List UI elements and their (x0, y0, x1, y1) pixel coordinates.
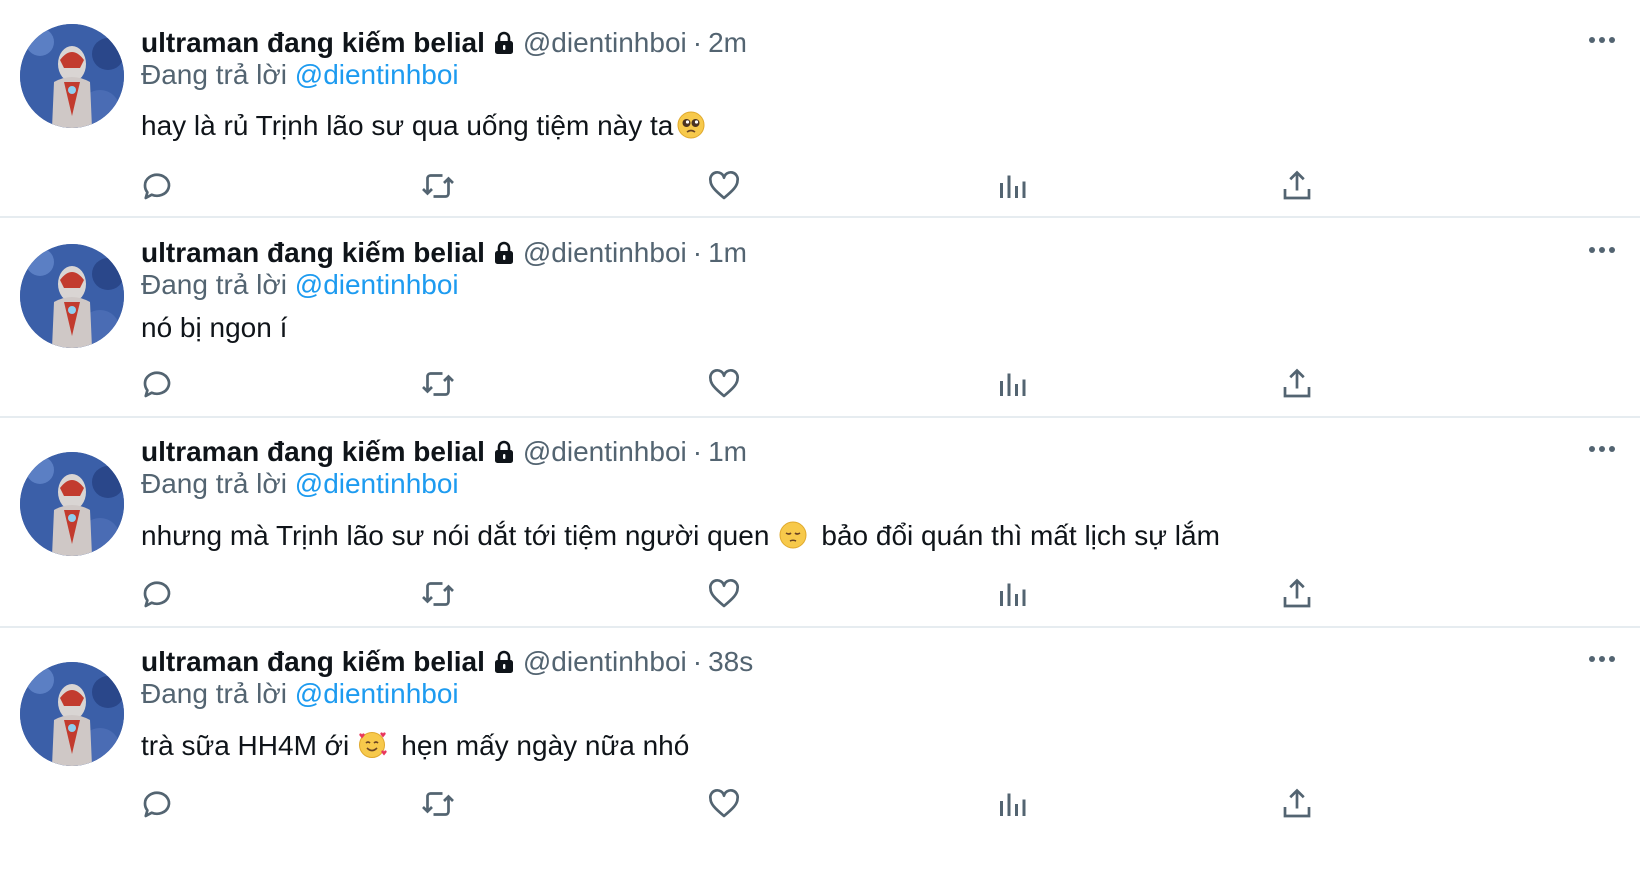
action-bar (0, 784, 1640, 824)
tweet[interactable]: ultraman đang kiếm belial @dientinhboi · 38… (0, 628, 1640, 875)
more-options-icon[interactable] (1586, 439, 1618, 459)
share-icon[interactable] (1277, 574, 1317, 614)
display-name[interactable]: ultraman đang kiếm belial (141, 436, 485, 467)
replying-to: Đang trả lời @dientinhboi (141, 467, 459, 501)
tweet-text-part: nhưng mà Trịnh lão sư nói dắt tới tiệm n… (141, 520, 770, 551)
tweet-text-part: trà sữa HH4M ới (141, 730, 350, 761)
analytics-icon[interactable] (992, 166, 1032, 206)
user-handle[interactable]: @dientinhboi (523, 237, 687, 268)
tweet-text: nhưng mà Trịnh lão sư nói dắt tới tiệm n… (141, 518, 1220, 558)
replying-to: Đang trả lời @dientinhboi (141, 268, 459, 302)
retweet-icon[interactable] (418, 574, 458, 614)
display-name[interactable]: ultraman đang kiếm belial (141, 646, 485, 677)
retweet-icon[interactable] (418, 784, 458, 824)
replying-to: Đang trả lời @dientinhboi (141, 58, 459, 92)
tweet[interactable]: ultraman đang kiếm belial @dientinhboi · 1m… (0, 218, 1640, 418)
share-icon[interactable] (1277, 364, 1317, 404)
like-icon[interactable] (704, 574, 744, 614)
user-handle[interactable]: @dientinhboi (523, 27, 687, 58)
timestamp[interactable]: 2m (708, 27, 747, 58)
reply-prefix: Đang trả lời (141, 59, 287, 90)
timestamp[interactable]: 1m (708, 436, 747, 467)
more-options-icon[interactable] (1586, 240, 1618, 260)
separator-dot: · (692, 436, 703, 467)
replying-to: Đang trả lời @dientinhboi (141, 677, 459, 711)
like-icon[interactable] (704, 784, 744, 824)
more-options-icon[interactable] (1586, 30, 1618, 50)
separator-dot: · (692, 27, 703, 58)
avatar[interactable] (20, 24, 124, 128)
reply-prefix: Đang trả lời (141, 678, 287, 709)
avatar[interactable] (20, 244, 124, 348)
like-icon[interactable] (704, 166, 744, 206)
tweet-text: hay là rủ Trịnh lão sư qua uống tiệm này… (141, 108, 709, 148)
retweet-icon[interactable] (418, 364, 458, 404)
reply-icon[interactable] (137, 364, 177, 404)
pleading-face-icon (677, 111, 705, 148)
analytics-icon[interactable] (992, 364, 1032, 404)
reply-icon[interactable] (137, 166, 177, 206)
tweet-text-part: bảo đổi quán thì mất lịch sự lắm (821, 520, 1220, 551)
user-handle[interactable]: @dientinhboi (523, 436, 687, 467)
like-icon[interactable] (704, 364, 744, 404)
reply-mention-link[interactable]: @dientinhboi (295, 468, 459, 499)
share-icon[interactable] (1277, 166, 1317, 206)
share-icon[interactable] (1277, 784, 1317, 824)
reply-icon[interactable] (137, 784, 177, 824)
timestamp[interactable]: 1m (708, 237, 747, 268)
separator-dot: · (692, 237, 703, 268)
smiling-face-with-hearts-icon (357, 731, 387, 768)
tweet-text-part: hay là rủ Trịnh lão sư qua uống tiệm này… (141, 110, 674, 141)
reply-mention-link[interactable]: @dientinhboi (295, 269, 459, 300)
lock-icon (491, 439, 517, 473)
reply-icon[interactable] (137, 574, 177, 614)
display-name[interactable]: ultraman đang kiếm belial (141, 237, 485, 268)
action-bar (0, 364, 1640, 404)
reply-prefix: Đang trả lời (141, 269, 287, 300)
lock-icon (491, 649, 517, 683)
tweet-feed: ultraman đang kiếm belial @dientinhboi · 2m… (0, 0, 1640, 875)
tweet-text-part: hẹn mấy ngày nữa nhó (401, 730, 690, 761)
tweet-text: trà sữa HH4M ới hẹn mấy ngày nữa nhó (141, 728, 689, 768)
avatar[interactable] (20, 662, 124, 766)
lock-icon (491, 240, 517, 274)
display-name[interactable]: ultraman đang kiếm belial (141, 27, 485, 58)
action-bar (0, 574, 1640, 614)
tweet[interactable]: ultraman đang kiếm belial @dientinhboi · 1m… (0, 418, 1640, 628)
retweet-icon[interactable] (418, 166, 458, 206)
tweet[interactable]: ultraman đang kiếm belial @dientinhboi · 2m… (0, 0, 1640, 218)
reply-prefix: Đang trả lời (141, 468, 287, 499)
analytics-icon[interactable] (992, 574, 1032, 614)
more-options-icon[interactable] (1586, 649, 1618, 669)
reply-mention-link[interactable]: @dientinhboi (295, 59, 459, 90)
separator-dot: · (692, 646, 703, 677)
reply-mention-link[interactable]: @dientinhboi (295, 678, 459, 709)
lock-icon (491, 30, 517, 64)
action-bar (0, 166, 1640, 206)
tweet-text: nó bị ngon í (141, 310, 287, 346)
analytics-icon[interactable] (992, 784, 1032, 824)
user-handle[interactable]: @dientinhboi (523, 646, 687, 677)
tweet-text-part: nó bị ngon í (141, 312, 288, 343)
timestamp[interactable]: 38s (708, 646, 753, 677)
pensive-face-icon (779, 521, 807, 558)
avatar[interactable] (20, 452, 124, 556)
